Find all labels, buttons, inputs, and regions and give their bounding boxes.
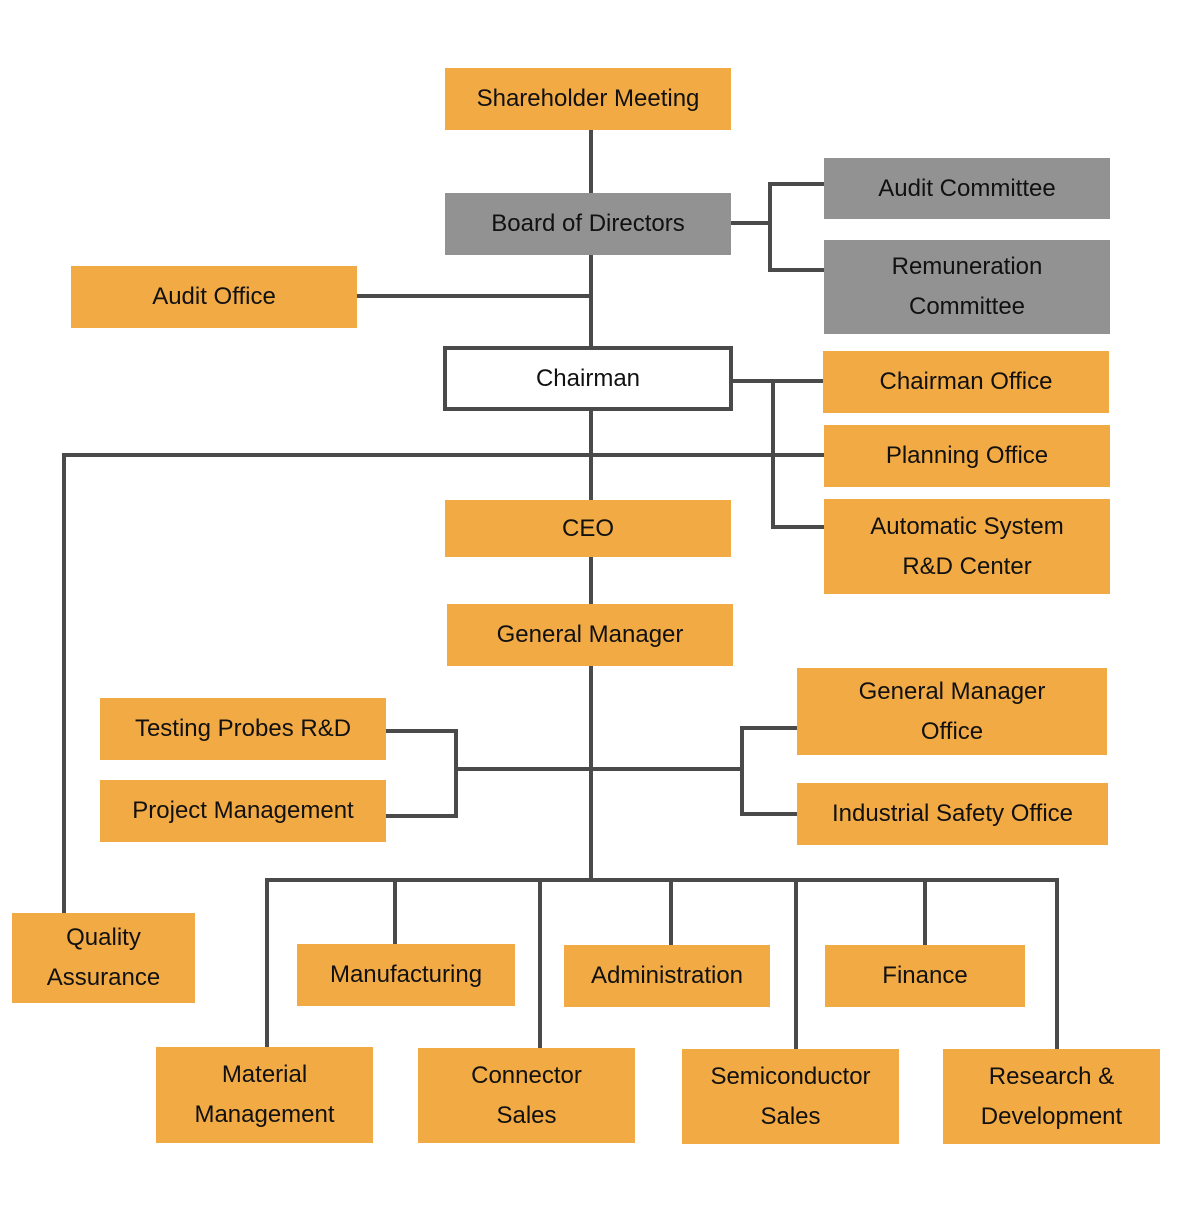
committees-bracket [768, 182, 824, 272]
right-staff-bracket [740, 726, 797, 816]
node-audit-office: Audit Office [71, 266, 357, 328]
node-chairman: Chairman [443, 346, 733, 411]
node-general-manager-office: General Manager Office [797, 668, 1107, 755]
left-staff-bracket [386, 729, 458, 818]
node-manufacturing: Manufacturing [297, 944, 515, 1006]
node-general-manager: General Manager [447, 604, 733, 666]
node-audit-committee: Audit Committee [824, 158, 1110, 219]
node-semiconductor-sales: Semiconductor Sales [682, 1049, 899, 1144]
node-board-of-directors: Board of Directors [445, 193, 731, 255]
node-administration: Administration [564, 945, 770, 1007]
node-planning-office: Planning Office [824, 425, 1110, 487]
node-ceo: CEO [445, 500, 731, 557]
node-connector-sales: Connector Sales [418, 1048, 635, 1143]
node-quality-assurance: Quality Assurance [12, 913, 195, 1003]
node-project-management: Project Management [100, 780, 386, 842]
node-research-development: Research & Development [943, 1049, 1160, 1144]
node-testing-probes-rd: Testing Probes R&D [100, 698, 386, 760]
node-automatic-system-rd-center: Automatic System R&D Center [824, 499, 1110, 594]
node-industrial-safety-office: Industrial Safety Office [797, 783, 1108, 845]
node-remuneration-committee: Remuneration Committee [824, 240, 1110, 334]
node-material-management: Material Management [156, 1047, 373, 1143]
node-shareholder-meeting: Shareholder Meeting [445, 68, 731, 130]
node-chairman-office: Chairman Office [823, 351, 1109, 413]
node-finance: Finance [825, 945, 1025, 1007]
